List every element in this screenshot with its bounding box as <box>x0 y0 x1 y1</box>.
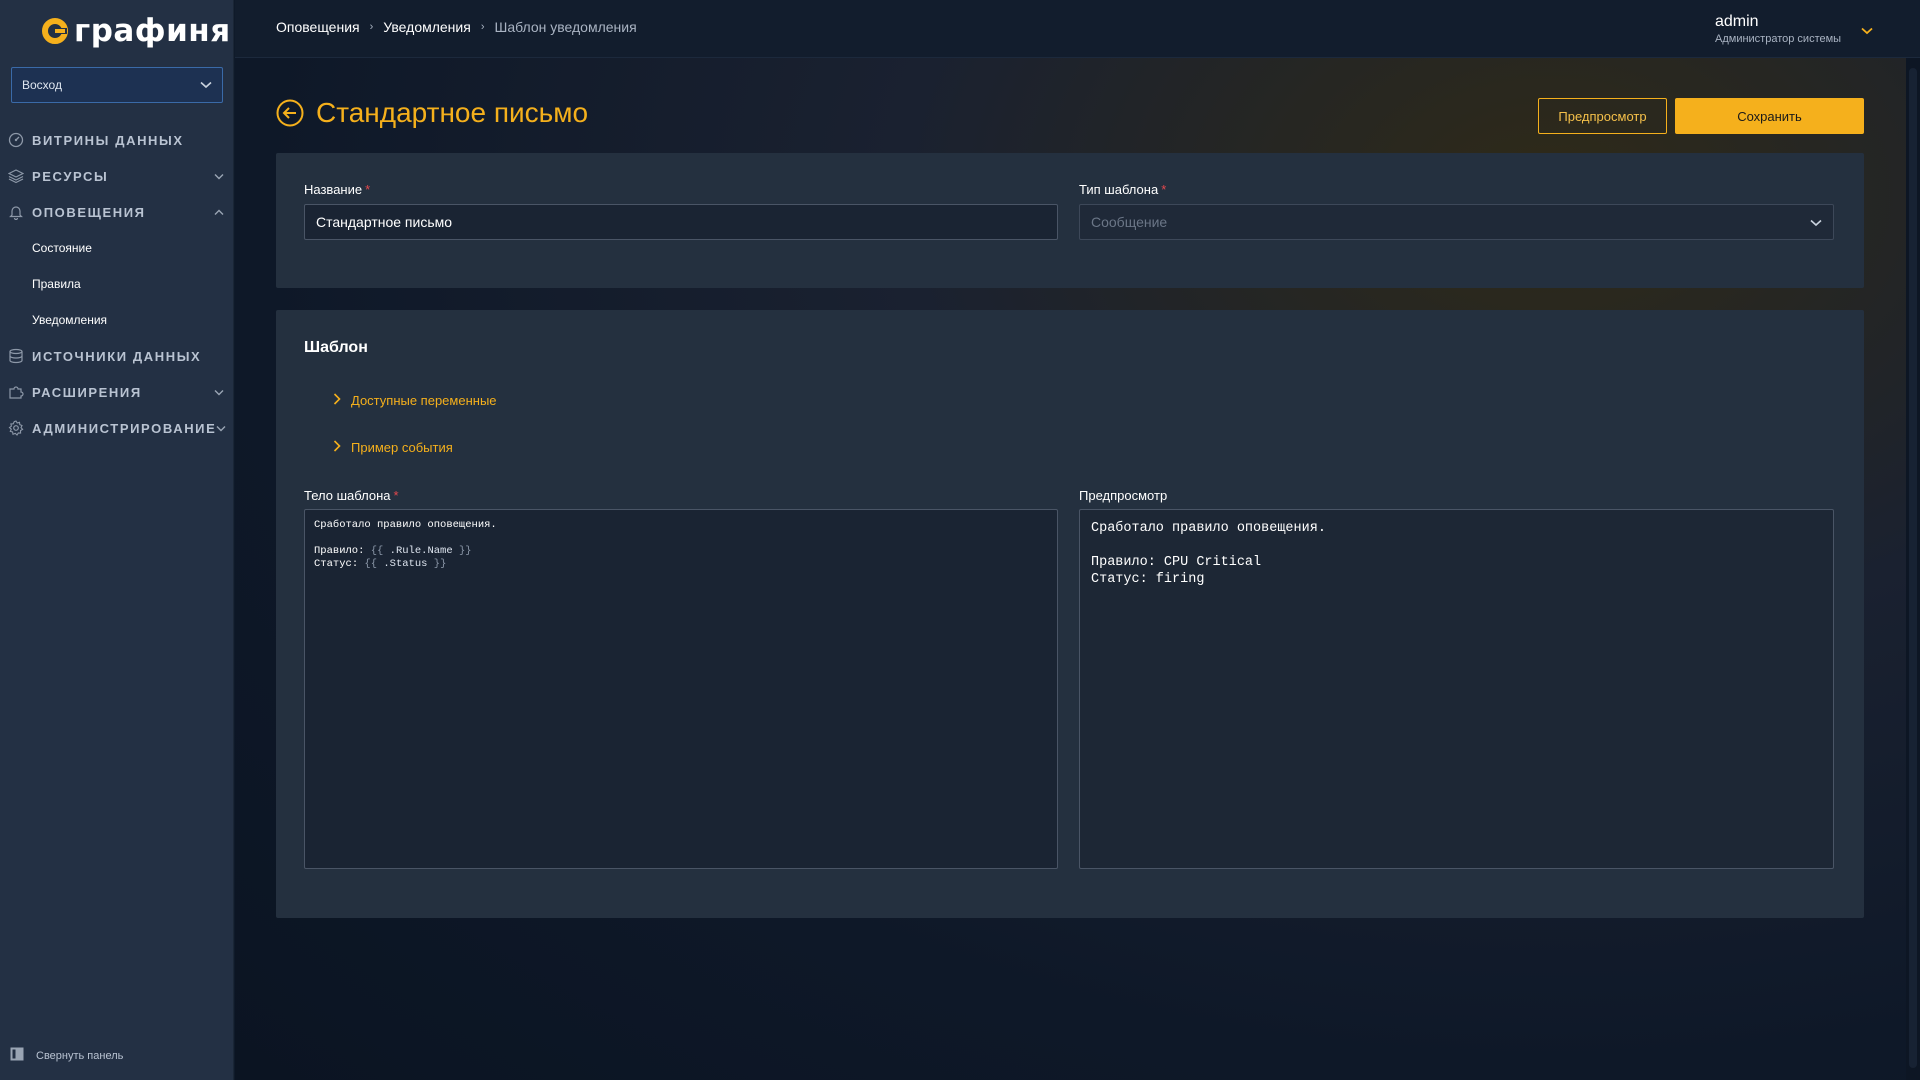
name-input-value: Стандартное письмо <box>316 214 453 230</box>
template-body-label-text: Тело шаблона <box>304 488 391 503</box>
code-line: Статус: {{ .Status }} <box>314 558 447 570</box>
sidebar-item-label: Ресурсы <box>32 168 109 184</box>
code-brace: }} <box>458 545 472 557</box>
main-area: Оповещения › Уведомления › Шаблон уведом… <box>235 0 1920 1080</box>
sidebar-item-datasources[interactable]: Источники данных <box>0 338 234 374</box>
chevron-down-icon[interactable] <box>1861 22 1873 40</box>
sidebar-item-label: Администрирование <box>32 420 217 436</box>
user-role: Администратор системы <box>1715 33 1842 45</box>
panel-collapse-icon <box>10 1047 24 1064</box>
breadcrumb: Оповещения › Уведомления › Шаблон уведом… <box>276 19 637 35</box>
preview-panel[interactable]: Сработало правило оповещения. Правило: C… <box>1079 509 1834 869</box>
preview-line-blank <box>1091 537 1822 554</box>
breadcrumb-current: Шаблон уведомления <box>494 19 637 35</box>
code-brace: {{ <box>370 545 384 557</box>
template-body-label: Тело шаблона * <box>304 488 399 503</box>
sidebar-subitem-rules[interactable]: Правила <box>0 266 234 302</box>
name-input[interactable]: Стандартное письмо <box>304 204 1058 240</box>
section-title: Шаблон <box>304 339 368 356</box>
sidebar-nav: Витрины данных Ресурсы Оповещения Состоя… <box>0 122 234 446</box>
chevron-down-icon <box>200 78 212 92</box>
chevron-right-icon: › <box>369 21 374 33</box>
sidebar-item-label: Витрины данных <box>32 132 184 148</box>
chevron-down-icon <box>1810 214 1822 230</box>
scrollbar-thumb[interactable] <box>1909 68 1917 1068</box>
logo-icon <box>42 18 68 44</box>
page-header: Стандартное письмо <box>276 97 588 129</box>
save-button[interactable]: Сохранить <box>1675 98 1864 134</box>
scrollbar[interactable] <box>1906 58 1920 1080</box>
chevron-right-icon <box>333 393 341 408</box>
code-variable: .Rule.Name <box>389 545 453 557</box>
back-arrow-icon[interactable] <box>276 99 304 127</box>
sidebar-item-label: Расширения <box>32 384 142 400</box>
user-menu[interactable]: admin Администратор системы <box>1715 13 1841 45</box>
available-variables-label: Доступные переменные <box>351 393 497 408</box>
sidebar-subitem-state[interactable]: Состояние <box>0 230 234 266</box>
breadcrumb-alerts[interactable]: Оповещения <box>276 19 360 35</box>
logo[interactable]: графиня <box>42 13 231 49</box>
code-brace: {{ <box>364 558 378 570</box>
required-marker: * <box>365 182 371 197</box>
name-label-text: Название <box>304 182 363 197</box>
event-example-label: Пример события <box>351 440 453 455</box>
chevron-up-icon <box>214 207 224 217</box>
code-text: Статус <box>314 558 352 570</box>
database-icon <box>8 348 24 364</box>
topbar: Оповещения › Уведомления › Шаблон уведом… <box>235 0 1920 58</box>
page-title: Стандартное письмо <box>316 97 589 128</box>
sidebar-item-alerts[interactable]: Оповещения <box>0 194 234 230</box>
chevron-down-icon <box>214 387 224 397</box>
required-marker: * <box>1161 182 1167 197</box>
type-label: Тип шаблона * <box>1079 182 1166 197</box>
required-marker: * <box>393 488 399 503</box>
sidebar: графиня Восход Витрины данных Ресурсы Оп… <box>0 0 234 1080</box>
code-text: Правило <box>314 545 359 557</box>
sidebar-item-resources[interactable]: Ресурсы <box>0 158 234 194</box>
sidebar-subitem-notifications[interactable]: Уведомления <box>0 302 234 338</box>
chevron-right-icon <box>333 440 341 455</box>
preview-label: Предпросмотр <box>1079 488 1168 503</box>
preview-line: Правило: CPU Critical <box>1091 555 1262 570</box>
puzzle-icon <box>8 384 24 400</box>
bell-icon <box>8 204 24 220</box>
code-variable: .Status <box>383 558 428 570</box>
chevron-down-icon <box>216 423 226 433</box>
gear-icon <box>8 420 24 436</box>
dashboard-icon <box>8 132 24 148</box>
name-label: Название * <box>304 182 370 197</box>
preview-line: Сработало правило оповещения. <box>1091 521 1326 536</box>
preview-button[interactable]: Предпросмотр <box>1538 98 1667 134</box>
collapse-panel-label: Свернуть панель <box>36 1049 124 1062</box>
sidebar-item-dashboards[interactable]: Витрины данных <box>0 122 234 158</box>
sidebar-item-label: Источники данных <box>32 348 202 364</box>
collapse-panel-button[interactable]: Свернуть панель <box>10 1047 123 1064</box>
code-line: Правило: {{ .Rule.Name }} <box>314 545 472 557</box>
sidebar-item-administration[interactable]: Администрирование <box>0 410 234 446</box>
available-variables-toggle[interactable]: Доступные переменные <box>333 393 497 408</box>
org-select-value: Восход <box>22 78 62 92</box>
sidebar-item-extensions[interactable]: Расширения <box>0 374 234 410</box>
breadcrumb-notifications[interactable]: Уведомления <box>383 19 471 35</box>
event-example-toggle[interactable]: Пример события <box>333 440 453 455</box>
sidebar-item-label: Оповещения <box>32 204 146 220</box>
chevron-right-icon: › <box>480 21 485 33</box>
preview-line: Статус: firing <box>1091 572 1205 587</box>
code-line: Сработало правило оповещения. <box>314 519 497 531</box>
user-name: admin <box>1715 13 1759 30</box>
general-settings-card: Название * Стандартное письмо Тип шаблона… <box>276 153 1864 288</box>
template-body-editor[interactable]: Сработало правило оповещения. Правило: {… <box>304 509 1058 869</box>
code-brace: }} <box>433 558 447 570</box>
template-type-select[interactable]: Сообщение <box>1079 204 1834 240</box>
template-type-placeholder: Сообщение <box>1091 214 1168 230</box>
org-select[interactable]: Восход <box>11 67 223 103</box>
layers-icon <box>8 168 24 184</box>
chevron-down-icon <box>214 171 224 181</box>
template-card: Шаблон Доступные переменные Пример событ… <box>276 310 1864 918</box>
type-label-text: Тип шаблона <box>1079 182 1159 197</box>
logo-text: графиня <box>74 13 231 49</box>
